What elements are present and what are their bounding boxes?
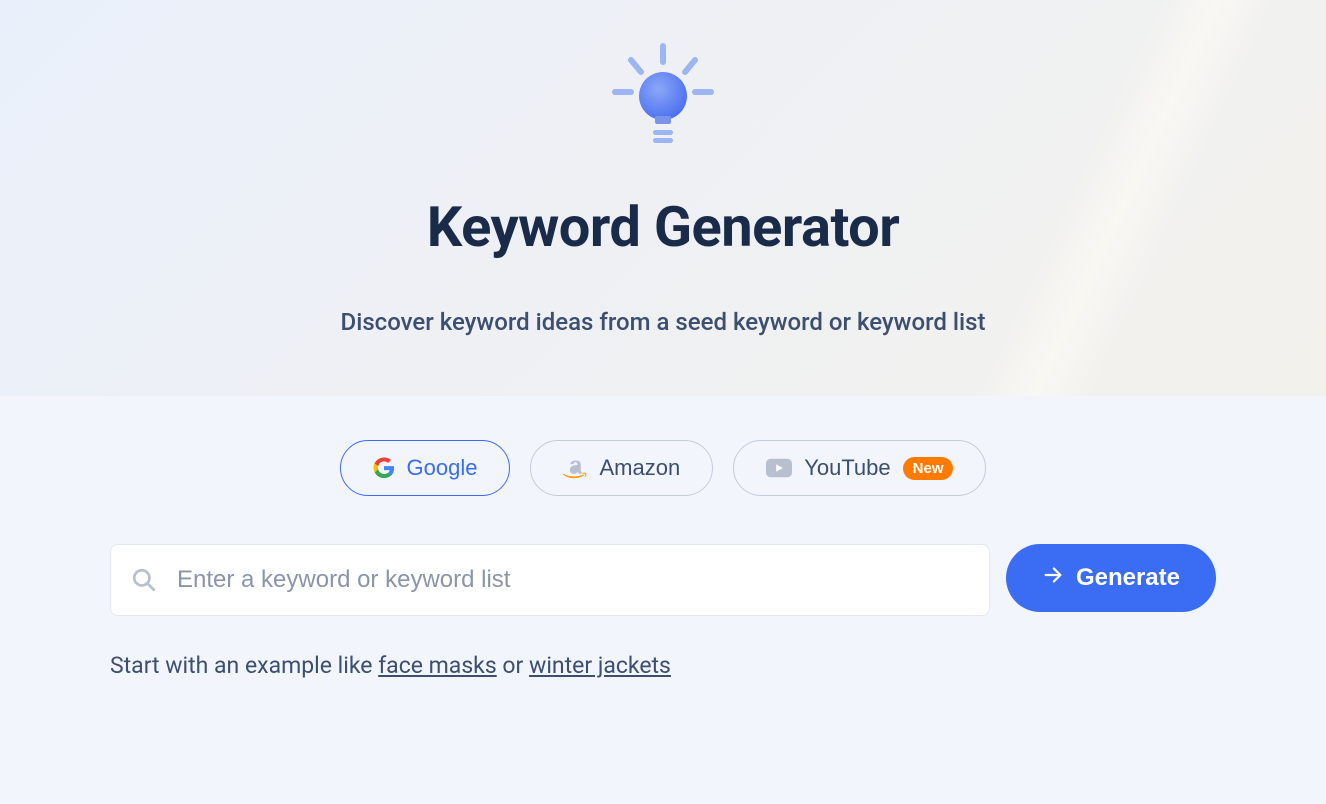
search-icon <box>131 567 157 593</box>
amazon-icon <box>563 457 587 479</box>
tabs-row: Google Amazon YouTube New <box>0 440 1326 496</box>
tab-google[interactable]: Google <box>340 440 511 496</box>
tab-label: Amazon <box>599 455 680 481</box>
controls-section: Google Amazon YouTube New <box>0 396 1326 723</box>
lightbulb-icon <box>603 40 723 164</box>
example-link-face-masks[interactable]: face masks <box>378 652 497 679</box>
hero-section: Keyword Generator Discover keyword ideas… <box>0 0 1326 396</box>
generate-button[interactable]: Generate <box>1006 544 1216 612</box>
example-separator: or <box>497 652 529 679</box>
example-link-winter-jackets[interactable]: winter jackets <box>529 652 671 679</box>
search-row: Generate <box>0 544 1326 616</box>
page-title: Keyword Generator <box>0 194 1326 260</box>
generate-label: Generate <box>1076 564 1180 592</box>
new-badge: New <box>903 457 954 480</box>
search-box <box>110 544 990 616</box>
google-icon <box>373 457 395 479</box>
youtube-icon <box>766 458 792 478</box>
example-prefix: Start with an example like <box>110 652 378 679</box>
example-row: Start with an example like face masks or… <box>0 652 1326 679</box>
arrow-right-icon <box>1042 564 1064 593</box>
keyword-input[interactable] <box>177 566 969 594</box>
tab-label: Google <box>407 455 478 481</box>
tab-youtube[interactable]: YouTube New <box>733 440 986 496</box>
tab-label: YouTube <box>804 455 890 481</box>
tab-amazon[interactable]: Amazon <box>530 440 713 496</box>
page-subtitle: Discover keyword ideas from a seed keywo… <box>0 308 1326 336</box>
